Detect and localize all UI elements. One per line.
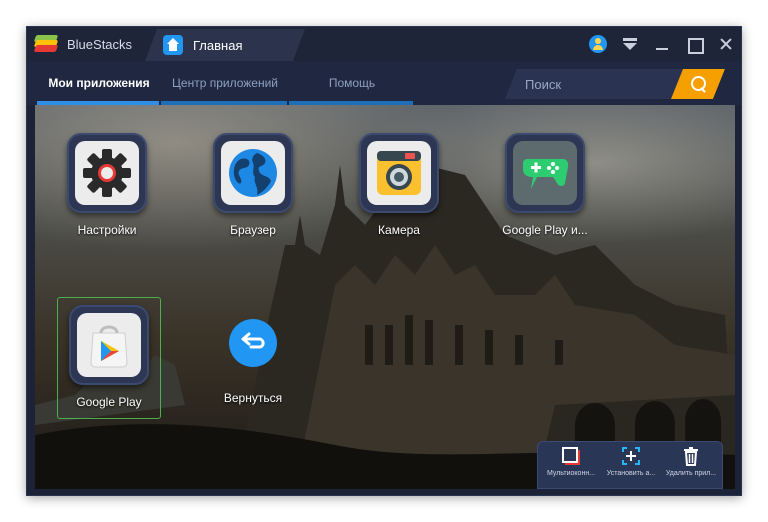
tray-label: Установить а... (606, 470, 656, 477)
search-input[interactable] (525, 69, 675, 99)
tray-label: Мультиоконн... (546, 470, 596, 477)
app-camera[interactable]: Камера (349, 133, 449, 237)
app-label: Браузер (230, 223, 276, 237)
gamepad-icon (513, 141, 577, 205)
trash-icon (681, 446, 701, 466)
back-button[interactable]: Вернуться (203, 305, 303, 405)
app-google-play[interactable]: Google Play (59, 305, 159, 409)
app-settings[interactable]: Настройки (57, 133, 157, 237)
tab-home[interactable]: Главная (145, 29, 305, 61)
app-label: Google Play (76, 395, 142, 409)
search-button[interactable] (671, 69, 725, 99)
tab-app-center-label: Центр приложений (172, 76, 278, 90)
account-icon[interactable] (589, 35, 607, 53)
tab-my-apps[interactable]: Мои приложения (37, 61, 161, 105)
search-box (505, 69, 725, 99)
app-label: Google Play и... (502, 223, 588, 237)
app-label: Камера (378, 223, 420, 237)
gear-icon (75, 141, 139, 205)
tab-help-label: Помощь (328, 76, 376, 90)
install-apk-icon (621, 446, 641, 466)
app-browser[interactable]: Браузер (203, 133, 303, 237)
install-apk-button[interactable]: Установить а... (602, 446, 660, 477)
maximize-icon[interactable] (685, 35, 704, 54)
tab-home-label: Главная (193, 37, 243, 53)
multi-window-button[interactable]: Мультиоконн... (542, 446, 600, 477)
window-controls (589, 34, 735, 54)
brand: BlueStacks (33, 34, 133, 54)
globe-icon (221, 141, 285, 205)
uninstall-app-button[interactable]: Удалить прил... (662, 446, 720, 477)
tab-app-center[interactable]: Центр приложений (161, 61, 289, 105)
camera-icon (367, 141, 431, 205)
tray-label: Удалить прил... (665, 470, 717, 477)
app-google-play-games[interactable]: Google Play и... (495, 133, 595, 237)
tab-help[interactable]: Помощь (289, 61, 415, 105)
back-label: Вернуться (223, 391, 283, 405)
title-bar: BlueStacks Главная (27, 27, 741, 61)
app-label: Настройки (77, 223, 137, 237)
brand-name: BlueStacks (67, 36, 133, 52)
nav-bar: Мои приложения Центр приложений Помощь (27, 61, 741, 105)
minimize-icon[interactable] (653, 35, 671, 53)
bluestacks-window: BlueStacks Главная Мои приложения Центр … (26, 26, 742, 496)
bluestacks-logo-icon (33, 35, 59, 53)
play-store-icon (77, 313, 141, 377)
multi-window-icon (561, 446, 581, 466)
back-arrow-icon (229, 319, 277, 367)
close-icon[interactable] (717, 35, 735, 53)
bottom-tray: Мультиоконн... Установить а... Удалить п… (537, 441, 723, 489)
app-desktop: Настройки Браузер Камера Google Play и..… (35, 105, 735, 489)
tab-my-apps-label: Мои приложения (48, 76, 150, 90)
home-icon (163, 35, 183, 55)
menu-icon[interactable] (621, 35, 639, 53)
